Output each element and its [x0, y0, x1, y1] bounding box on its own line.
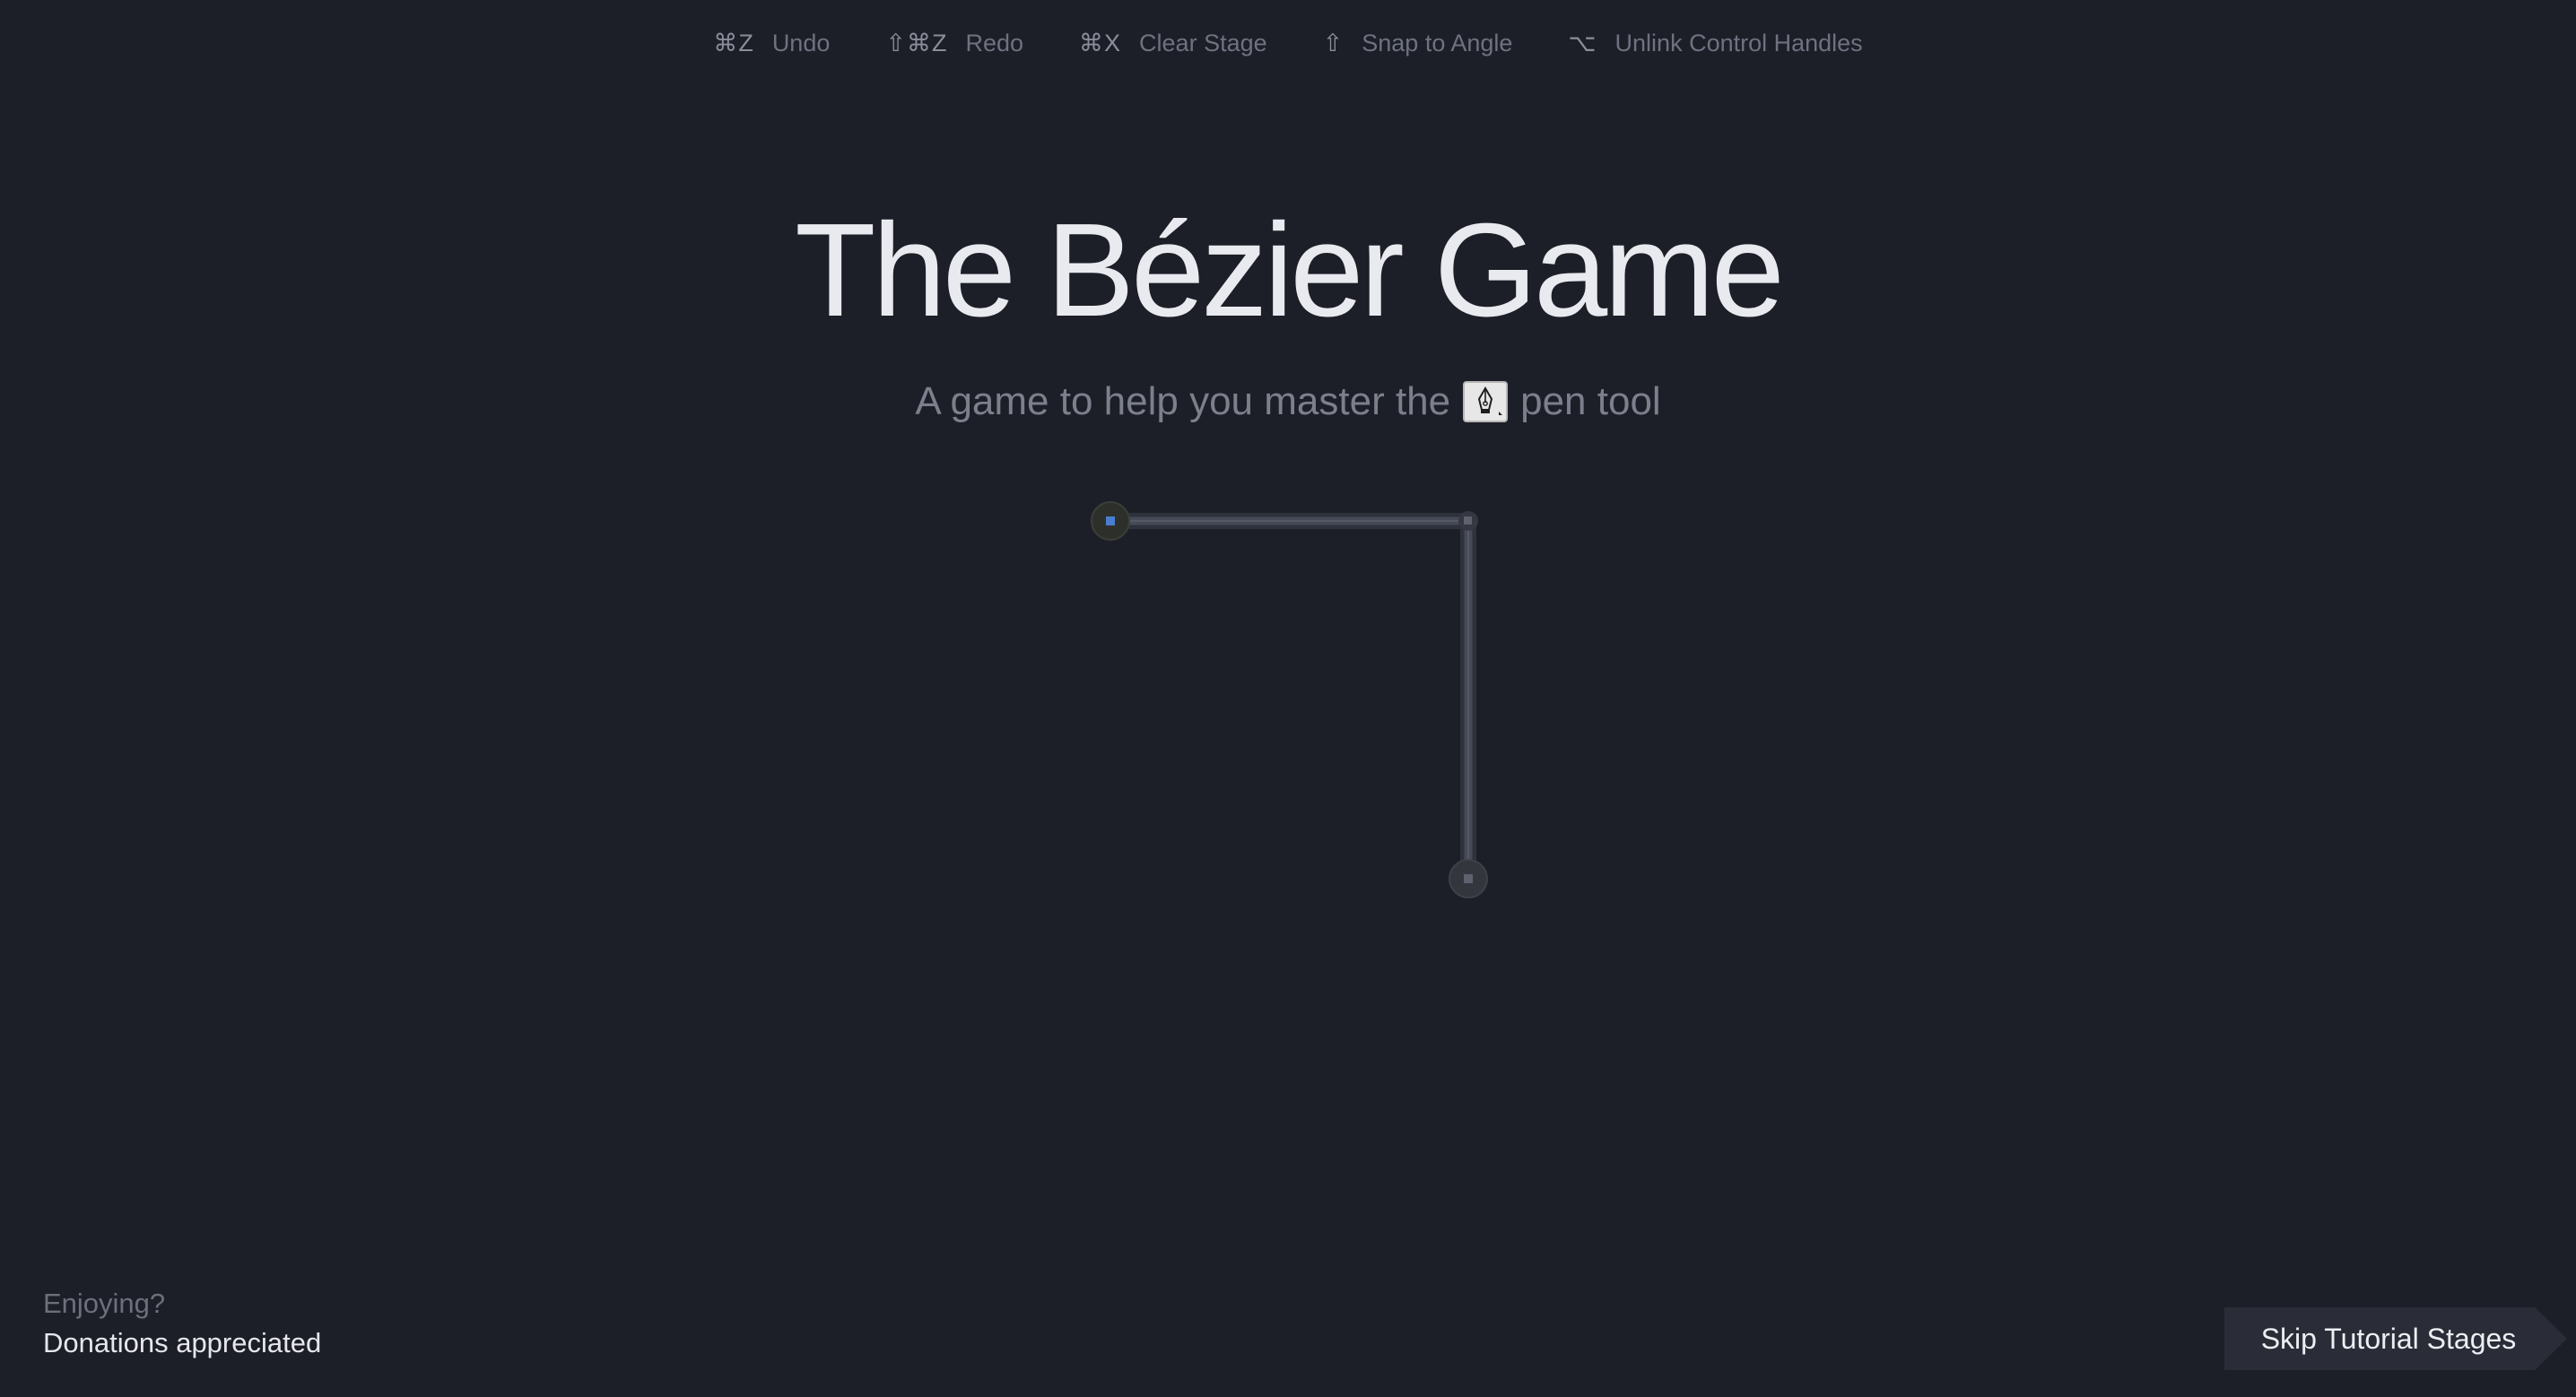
start-anchor[interactable]	[1091, 501, 1130, 541]
clear-stage-label: Clear Stage	[1139, 30, 1267, 56]
snap-to-angle-label: Snap to Angle	[1362, 30, 1513, 56]
unlink-handles-label: Unlink Control Handles	[1614, 30, 1863, 56]
donations-link[interactable]: Donations appreciated	[43, 1323, 321, 1363]
undo-keys: ⌘Z	[713, 30, 754, 56]
unlink-handles-keys: ⌥	[1568, 30, 1597, 56]
skip-tutorial-button[interactable]: Skip Tutorial Stages	[2224, 1307, 2567, 1370]
pen-tool-icon	[1463, 381, 1509, 422]
subtitle-text-before: A game to help you master the	[915, 379, 1451, 423]
enjoying-text: Enjoying?	[43, 1288, 166, 1319]
undo-shortcut[interactable]: ⌘Z Undo	[713, 27, 830, 59]
shortcut-bar: ⌘Z Undo ⇧⌘Z Redo ⌘X Clear Stage ⇧ Snap t…	[0, 27, 2576, 59]
donation-block: Enjoying? Donations appreciated	[43, 1284, 321, 1363]
snap-to-angle-keys: ⇧	[1322, 30, 1345, 56]
clear-stage-keys: ⌘X	[1079, 30, 1122, 56]
subtitle: A game to help you master the pen tool	[0, 375, 2576, 429]
clear-stage-shortcut[interactable]: ⌘X Clear Stage	[1079, 27, 1267, 59]
undo-label: Undo	[771, 30, 831, 56]
redo-shortcut[interactable]: ⇧⌘Z Redo	[885, 27, 1023, 59]
end-anchor[interactable]	[1449, 859, 1488, 898]
page-title: The Bézier Game	[795, 196, 1785, 344]
redo-label: Redo	[965, 30, 1024, 56]
unlink-handles-shortcut[interactable]: ⌥ Unlink Control Handles	[1568, 27, 1862, 59]
subtitle-text-after: pen tool	[1520, 379, 1661, 423]
redo-keys: ⇧⌘Z	[885, 30, 948, 56]
corner-anchor[interactable]	[1458, 511, 1478, 531]
corner-path	[1110, 513, 1476, 879]
skip-tutorial-label: Skip Tutorial Stages	[2260, 1323, 2517, 1355]
snap-to-angle-shortcut[interactable]: ⇧ Snap to Angle	[1323, 27, 1513, 59]
